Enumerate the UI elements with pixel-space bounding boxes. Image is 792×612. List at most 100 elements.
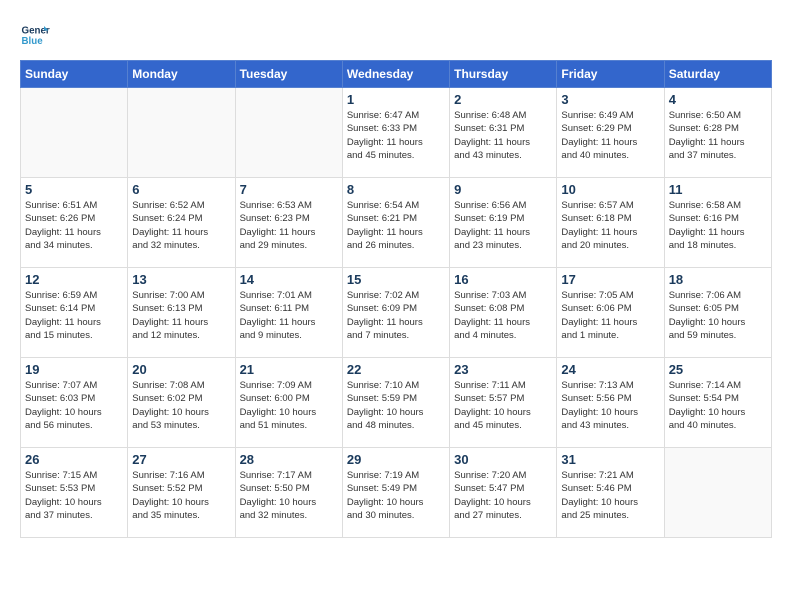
weekday-header-row: SundayMondayTuesdayWednesdayThursdayFrid… <box>21 61 772 88</box>
day-info: Sunrise: 7:01 AM Sunset: 6:11 PM Dayligh… <box>240 289 338 342</box>
day-info: Sunrise: 7:19 AM Sunset: 5:49 PM Dayligh… <box>347 469 445 522</box>
day-number: 4 <box>669 92 767 107</box>
calendar-cell: 14 Sunrise: 7:01 AM Sunset: 6:11 PM Dayli… <box>235 268 342 358</box>
day-info: Sunrise: 6:51 AM Sunset: 6:26 PM Dayligh… <box>25 199 123 252</box>
calendar-cell: 25 Sunrise: 7:14 AM Sunset: 5:54 PM Dayli… <box>664 358 771 448</box>
day-number: 27 <box>132 452 230 467</box>
weekday-header-saturday: Saturday <box>664 61 771 88</box>
day-info: Sunrise: 7:00 AM Sunset: 6:13 PM Dayligh… <box>132 289 230 342</box>
calendar-cell: 13 Sunrise: 7:00 AM Sunset: 6:13 PM Dayli… <box>128 268 235 358</box>
day-number: 11 <box>669 182 767 197</box>
calendar-cell: 29 Sunrise: 7:19 AM Sunset: 5:49 PM Dayli… <box>342 448 449 538</box>
day-number: 31 <box>561 452 659 467</box>
day-number: 14 <box>240 272 338 287</box>
page-header: General Blue <box>20 20 772 50</box>
logo-icon: General Blue <box>20 20 50 50</box>
weekday-header-sunday: Sunday <box>21 61 128 88</box>
calendar-cell <box>235 88 342 178</box>
calendar-cell: 21Sunrise: 7:09 AM Sunset: 6:00 PM Dayli… <box>235 358 342 448</box>
day-number: 3 <box>561 92 659 107</box>
calendar-week-row: 12 Sunrise: 6:59 AM Sunset: 6:14 PM Dayli… <box>21 268 772 358</box>
calendar-week-row: 19 Sunrise: 7:07 AM Sunset: 6:03 PM Dayli… <box>21 358 772 448</box>
day-info: Sunrise: 6:52 AM Sunset: 6:24 PM Dayligh… <box>132 199 230 252</box>
day-number: 13 <box>132 272 230 287</box>
day-number: 24 <box>561 362 659 377</box>
calendar-cell: 24 Sunrise: 7:13 AM Sunset: 5:56 PM Dayli… <box>557 358 664 448</box>
day-number: 25 <box>669 362 767 377</box>
day-number: 19 <box>25 362 123 377</box>
day-info: Sunrise: 7:07 AM Sunset: 6:03 PM Dayligh… <box>25 379 123 432</box>
day-number: 16 <box>454 272 552 287</box>
weekday-header-wednesday: Wednesday <box>342 61 449 88</box>
day-info: Sunrise: 7:15 AM Sunset: 5:53 PM Dayligh… <box>25 469 123 522</box>
day-number: 6 <box>132 182 230 197</box>
calendar-cell <box>128 88 235 178</box>
day-number: 12 <box>25 272 123 287</box>
svg-text:General: General <box>22 26 51 37</box>
day-number: 28 <box>240 452 338 467</box>
day-info: Sunrise: 6:47 AM Sunset: 6:33 PM Dayligh… <box>347 109 445 162</box>
day-number: 18 <box>669 272 767 287</box>
calendar-cell: 22Sunrise: 7:10 AM Sunset: 5:59 PM Dayli… <box>342 358 449 448</box>
calendar-cell: 15Sunrise: 7:02 AM Sunset: 6:09 PM Dayli… <box>342 268 449 358</box>
calendar-table: SundayMondayTuesdayWednesdayThursdayFrid… <box>20 60 772 538</box>
calendar-cell: 7 Sunrise: 6:53 AM Sunset: 6:23 PM Daylig… <box>235 178 342 268</box>
day-info: Sunrise: 6:56 AM Sunset: 6:19 PM Dayligh… <box>454 199 552 252</box>
day-info: Sunrise: 7:16 AM Sunset: 5:52 PM Dayligh… <box>132 469 230 522</box>
day-info: Sunrise: 6:53 AM Sunset: 6:23 PM Dayligh… <box>240 199 338 252</box>
day-info: Sunrise: 7:08 AM Sunset: 6:02 PM Dayligh… <box>132 379 230 432</box>
calendar-cell: 27 Sunrise: 7:16 AM Sunset: 5:52 PM Dayli… <box>128 448 235 538</box>
calendar-cell: 19 Sunrise: 7:07 AM Sunset: 6:03 PM Dayli… <box>21 358 128 448</box>
weekday-header-tuesday: Tuesday <box>235 61 342 88</box>
calendar-cell: 10Sunrise: 6:57 AM Sunset: 6:18 PM Dayli… <box>557 178 664 268</box>
calendar-cell: 2 Sunrise: 6:48 AM Sunset: 6:31 PM Daylig… <box>450 88 557 178</box>
day-info: Sunrise: 6:59 AM Sunset: 6:14 PM Dayligh… <box>25 289 123 342</box>
calendar-week-row: 1 Sunrise: 6:47 AM Sunset: 6:33 PM Daylig… <box>21 88 772 178</box>
day-number: 20 <box>132 362 230 377</box>
calendar-cell: 6 Sunrise: 6:52 AM Sunset: 6:24 PM Daylig… <box>128 178 235 268</box>
calendar-cell: 31 Sunrise: 7:21 AM Sunset: 5:46 PM Dayli… <box>557 448 664 538</box>
calendar-cell: 26Sunrise: 7:15 AM Sunset: 5:53 PM Dayli… <box>21 448 128 538</box>
day-info: Sunrise: 7:17 AM Sunset: 5:50 PM Dayligh… <box>240 469 338 522</box>
svg-text:Blue: Blue <box>22 36 44 47</box>
day-info: Sunrise: 7:11 AM Sunset: 5:57 PM Dayligh… <box>454 379 552 432</box>
calendar-cell <box>21 88 128 178</box>
calendar-cell: 11 Sunrise: 6:58 AM Sunset: 6:16 PM Dayli… <box>664 178 771 268</box>
day-number: 9 <box>454 182 552 197</box>
day-info: Sunrise: 7:20 AM Sunset: 5:47 PM Dayligh… <box>454 469 552 522</box>
weekday-header-thursday: Thursday <box>450 61 557 88</box>
weekday-header-monday: Monday <box>128 61 235 88</box>
calendar-cell: 20 Sunrise: 7:08 AM Sunset: 6:02 PM Dayli… <box>128 358 235 448</box>
day-info: Sunrise: 7:14 AM Sunset: 5:54 PM Dayligh… <box>669 379 767 432</box>
day-info: Sunrise: 7:21 AM Sunset: 5:46 PM Dayligh… <box>561 469 659 522</box>
day-number: 21 <box>240 362 338 377</box>
day-number: 2 <box>454 92 552 107</box>
day-info: Sunrise: 6:49 AM Sunset: 6:29 PM Dayligh… <box>561 109 659 162</box>
day-number: 7 <box>240 182 338 197</box>
weekday-header-friday: Friday <box>557 61 664 88</box>
day-info: Sunrise: 7:10 AM Sunset: 5:59 PM Dayligh… <box>347 379 445 432</box>
calendar-cell: 4Sunrise: 6:50 AM Sunset: 6:28 PM Daylig… <box>664 88 771 178</box>
day-number: 1 <box>347 92 445 107</box>
day-info: Sunrise: 7:05 AM Sunset: 6:06 PM Dayligh… <box>561 289 659 342</box>
calendar-cell: 30 Sunrise: 7:20 AM Sunset: 5:47 PM Dayli… <box>450 448 557 538</box>
calendar-cell: 12 Sunrise: 6:59 AM Sunset: 6:14 PM Dayli… <box>21 268 128 358</box>
day-info: Sunrise: 7:13 AM Sunset: 5:56 PM Dayligh… <box>561 379 659 432</box>
calendar-cell: 5 Sunrise: 6:51 AM Sunset: 6:26 PM Daylig… <box>21 178 128 268</box>
day-info: Sunrise: 6:58 AM Sunset: 6:16 PM Dayligh… <box>669 199 767 252</box>
day-info: Sunrise: 7:03 AM Sunset: 6:08 PM Dayligh… <box>454 289 552 342</box>
calendar-cell: 17 Sunrise: 7:05 AM Sunset: 6:06 PM Dayli… <box>557 268 664 358</box>
day-number: 30 <box>454 452 552 467</box>
day-number: 5 <box>25 182 123 197</box>
calendar-cell: 9 Sunrise: 6:56 AM Sunset: 6:19 PM Daylig… <box>450 178 557 268</box>
day-number: 17 <box>561 272 659 287</box>
day-number: 29 <box>347 452 445 467</box>
calendar-cell: 1 Sunrise: 6:47 AM Sunset: 6:33 PM Daylig… <box>342 88 449 178</box>
calendar-cell: 28 Sunrise: 7:17 AM Sunset: 5:50 PM Dayli… <box>235 448 342 538</box>
day-info: Sunrise: 7:06 AM Sunset: 6:05 PM Dayligh… <box>669 289 767 342</box>
day-info: Sunrise: 6:48 AM Sunset: 6:31 PM Dayligh… <box>454 109 552 162</box>
calendar-week-row: 5 Sunrise: 6:51 AM Sunset: 6:26 PM Daylig… <box>21 178 772 268</box>
day-number: 23 <box>454 362 552 377</box>
logo: General Blue <box>20 20 50 50</box>
day-info: Sunrise: 6:54 AM Sunset: 6:21 PM Dayligh… <box>347 199 445 252</box>
